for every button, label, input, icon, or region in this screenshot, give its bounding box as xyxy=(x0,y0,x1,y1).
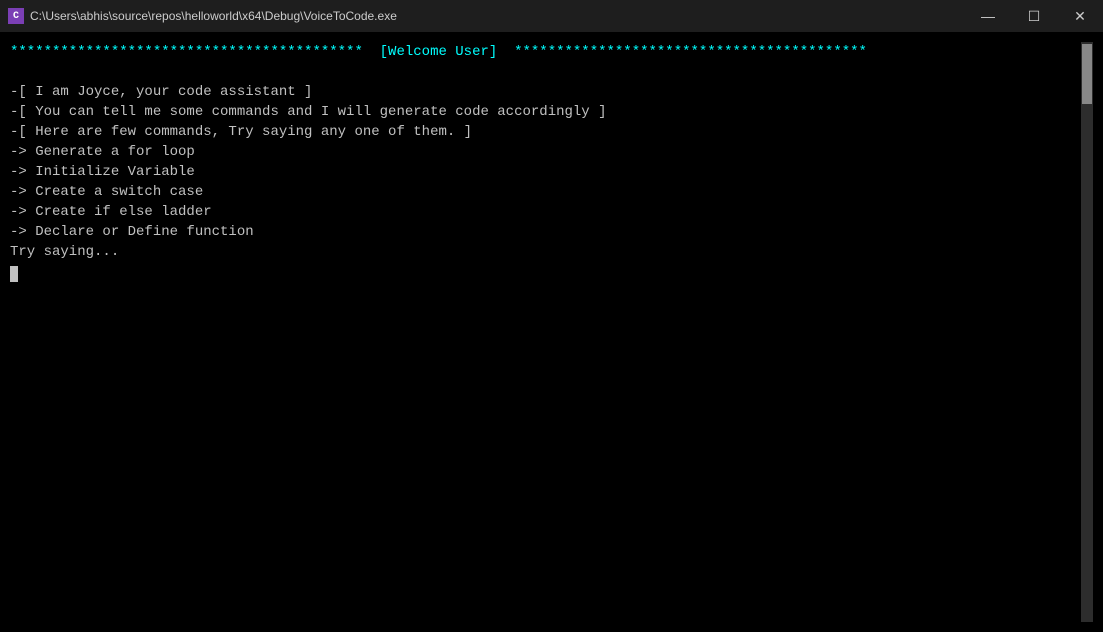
console-area: ****************************************… xyxy=(0,32,1103,632)
empty-line-1 xyxy=(10,62,1081,82)
intro-line-2: -[ You can tell me some commands and I w… xyxy=(10,102,1081,122)
cursor-line xyxy=(10,262,1081,282)
prompt-line: Try saying... xyxy=(10,242,1081,262)
cmd-line-3: -> Create a switch case xyxy=(10,182,1081,202)
intro-line-3: -[ Here are few commands, Try saying any… xyxy=(10,122,1081,142)
titlebar-left: C C:\Users\abhis\source\repos\helloworld… xyxy=(8,8,397,24)
minimize-button[interactable]: — xyxy=(965,0,1011,32)
scrollbar-thumb[interactable] xyxy=(1082,44,1092,104)
cursor-block xyxy=(10,266,18,282)
cmd-line-5: -> Declare or Define function xyxy=(10,222,1081,242)
titlebar: C C:\Users\abhis\source\repos\helloworld… xyxy=(0,0,1103,32)
console-content: ****************************************… xyxy=(10,42,1081,622)
console-window: C C:\Users\abhis\source\repos\helloworld… xyxy=(0,0,1103,632)
scrollbar[interactable] xyxy=(1081,42,1093,622)
cmd-line-1: -> Generate a for loop xyxy=(10,142,1081,162)
cmd-line-2: -> Initialize Variable xyxy=(10,162,1081,182)
app-icon: C xyxy=(8,8,24,24)
titlebar-controls: — ☐ ✕ xyxy=(965,0,1103,32)
close-button[interactable]: ✕ xyxy=(1057,0,1103,32)
cmd-line-4: -> Create if else ladder xyxy=(10,202,1081,222)
welcome-line: ****************************************… xyxy=(10,42,1081,62)
window-title: C:\Users\abhis\source\repos\helloworld\x… xyxy=(30,9,397,23)
restore-button[interactable]: ☐ xyxy=(1011,0,1057,32)
intro-line-1: -[ I am Joyce, your code assistant ] xyxy=(10,82,1081,102)
